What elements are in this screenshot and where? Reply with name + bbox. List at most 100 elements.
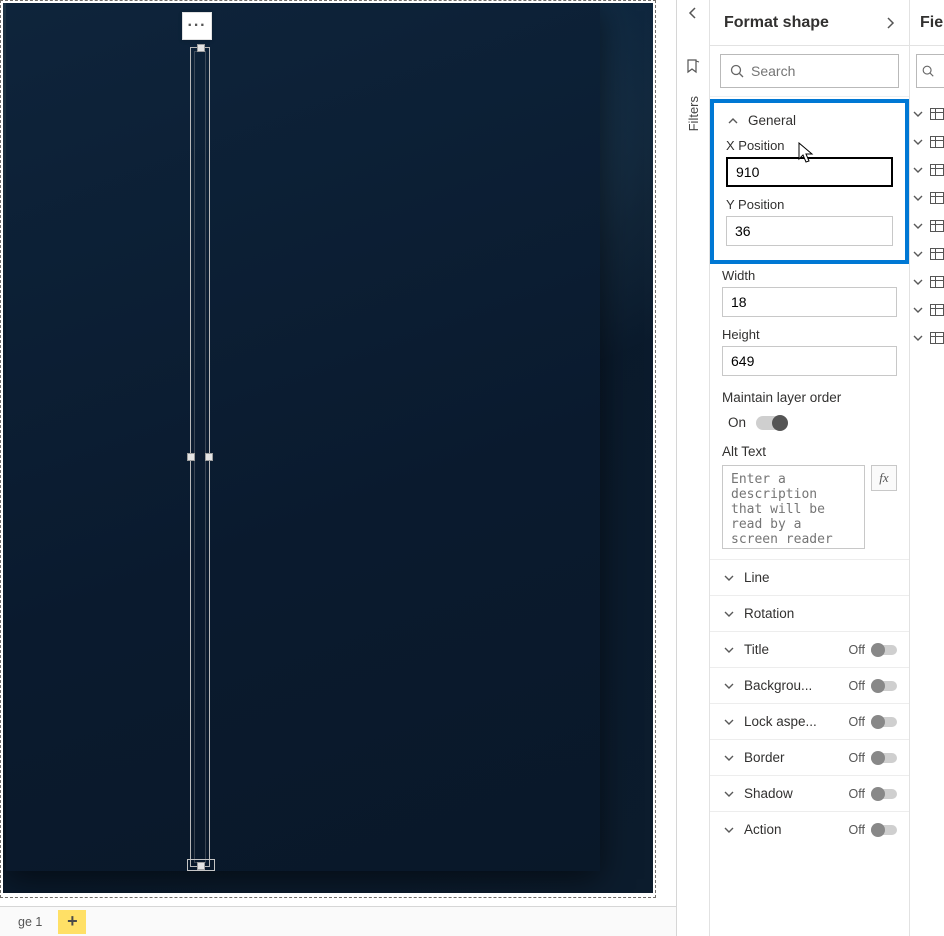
table-icon	[930, 164, 944, 176]
chevron-down-icon	[912, 276, 924, 288]
pane-title: Format shape	[724, 14, 829, 32]
title-toggle[interactable]	[871, 645, 897, 655]
chevron-down-icon	[722, 715, 736, 729]
chevron-down-icon	[722, 679, 736, 693]
section-background[interactable]: Backgrou... Off	[710, 667, 909, 703]
section-label: Backgrou...	[744, 678, 841, 693]
search-icon	[729, 63, 745, 79]
toggle-state-label: Off	[849, 787, 865, 801]
report-background	[3, 3, 653, 893]
fields-tables-list	[910, 96, 944, 352]
lock-aspect-toggle[interactable]	[871, 717, 897, 727]
pane-header: Format shape	[710, 0, 909, 46]
alt-text-input[interactable]	[722, 465, 865, 549]
section-label: Shadow	[744, 786, 841, 801]
y-position-input[interactable]	[726, 216, 893, 246]
chevron-down-icon	[912, 164, 924, 176]
section-label: Title	[744, 642, 841, 657]
resize-handle-right[interactable]	[205, 453, 213, 461]
general-section-highlight: General X Position Y Position	[710, 99, 909, 264]
collapse-arrow-left-icon[interactable]	[677, 0, 709, 20]
fields-table-item[interactable]	[912, 100, 944, 128]
table-icon	[930, 276, 944, 288]
toggle-state-label: Off	[849, 823, 865, 837]
section-label: Action	[744, 822, 841, 837]
table-icon	[930, 192, 944, 204]
chevron-down-icon	[912, 304, 924, 316]
background-toggle[interactable]	[871, 681, 897, 691]
ellipsis-icon: ···	[188, 17, 207, 35]
chevron-down-icon	[722, 643, 736, 657]
height-input[interactable]	[722, 346, 897, 376]
maintain-layer-order-label: Maintain layer order	[722, 390, 897, 405]
add-page-button[interactable]: +	[58, 910, 86, 934]
chevron-down-icon	[912, 136, 924, 148]
section-general[interactable]: General	[714, 107, 905, 134]
format-shape-pane: Format shape General X Position	[710, 0, 910, 936]
chevron-down-icon	[722, 823, 736, 837]
report-page-boundary	[0, 0, 656, 898]
x-position-input[interactable]	[726, 157, 893, 187]
page-tab[interactable]: ge 1	[8, 907, 52, 936]
chevron-down-icon	[722, 571, 736, 585]
fields-search-input[interactable]	[916, 54, 944, 88]
fields-table-item[interactable]	[912, 296, 944, 324]
resize-handle-left[interactable]	[187, 453, 195, 461]
resize-handle-top[interactable]	[197, 44, 205, 52]
fields-table-item[interactable]	[912, 240, 944, 268]
fx-button[interactable]: fx	[871, 465, 897, 491]
filters-collapsed-pane[interactable]: Filters	[677, 0, 710, 936]
pane-next-arrow-icon[interactable]	[881, 14, 899, 32]
section-label: Rotation	[744, 606, 897, 621]
alt-text-label: Alt Text	[722, 444, 897, 459]
chevron-down-icon	[912, 192, 924, 204]
resize-handle-bottom-frame[interactable]	[187, 859, 215, 871]
fields-table-item[interactable]	[912, 128, 944, 156]
fields-table-item[interactable]	[912, 156, 944, 184]
search-input[interactable]	[751, 63, 932, 79]
report-canvas-area[interactable]: ··· ge 1 +	[0, 0, 677, 936]
section-rotation[interactable]: Rotation	[710, 595, 909, 631]
section-shadow[interactable]: Shadow Off	[710, 775, 909, 811]
border-toggle[interactable]	[871, 753, 897, 763]
section-title[interactable]: Title Off	[710, 631, 909, 667]
toggle-state-label: Off	[849, 715, 865, 729]
action-toggle[interactable]	[871, 825, 897, 835]
section-line[interactable]: Line	[710, 559, 909, 595]
fields-table-item[interactable]	[912, 268, 944, 296]
chevron-down-icon	[912, 220, 924, 232]
selected-shape[interactable]	[190, 47, 210, 867]
section-label: Line	[744, 570, 897, 585]
toggle-state-label: On	[728, 415, 746, 430]
fields-pane: Fie	[910, 0, 944, 936]
section-label: Border	[744, 750, 841, 765]
chevron-up-icon	[726, 114, 740, 128]
chevron-down-icon	[722, 607, 736, 621]
section-action[interactable]: Action Off	[710, 811, 909, 847]
section-label: General	[748, 113, 893, 128]
section-label: Lock aspe...	[744, 714, 841, 729]
fields-pane-title: Fie	[910, 0, 944, 46]
height-label: Height	[722, 327, 897, 342]
search-icon	[921, 64, 935, 78]
table-icon	[930, 108, 944, 120]
fields-table-item[interactable]	[912, 212, 944, 240]
fields-table-item[interactable]	[912, 324, 944, 352]
section-border[interactable]: Border Off	[710, 739, 909, 775]
width-input[interactable]	[722, 287, 897, 317]
visual-more-options-button[interactable]: ···	[182, 12, 212, 40]
y-position-label: Y Position	[726, 197, 893, 212]
chevron-down-icon	[722, 787, 736, 801]
toggle-state-label: Off	[849, 679, 865, 693]
maintain-layer-order-toggle[interactable]	[756, 416, 786, 430]
bookmark-icon[interactable]	[677, 58, 709, 74]
shadow-toggle[interactable]	[871, 789, 897, 799]
chevron-down-icon	[912, 248, 924, 260]
search-input-wrapper[interactable]	[720, 54, 899, 88]
section-lock-aspect[interactable]: Lock aspe... Off	[710, 703, 909, 739]
table-icon	[930, 304, 944, 316]
width-label: Width	[722, 268, 897, 283]
chevron-down-icon	[722, 751, 736, 765]
fields-table-item[interactable]	[912, 184, 944, 212]
table-icon	[930, 332, 944, 344]
